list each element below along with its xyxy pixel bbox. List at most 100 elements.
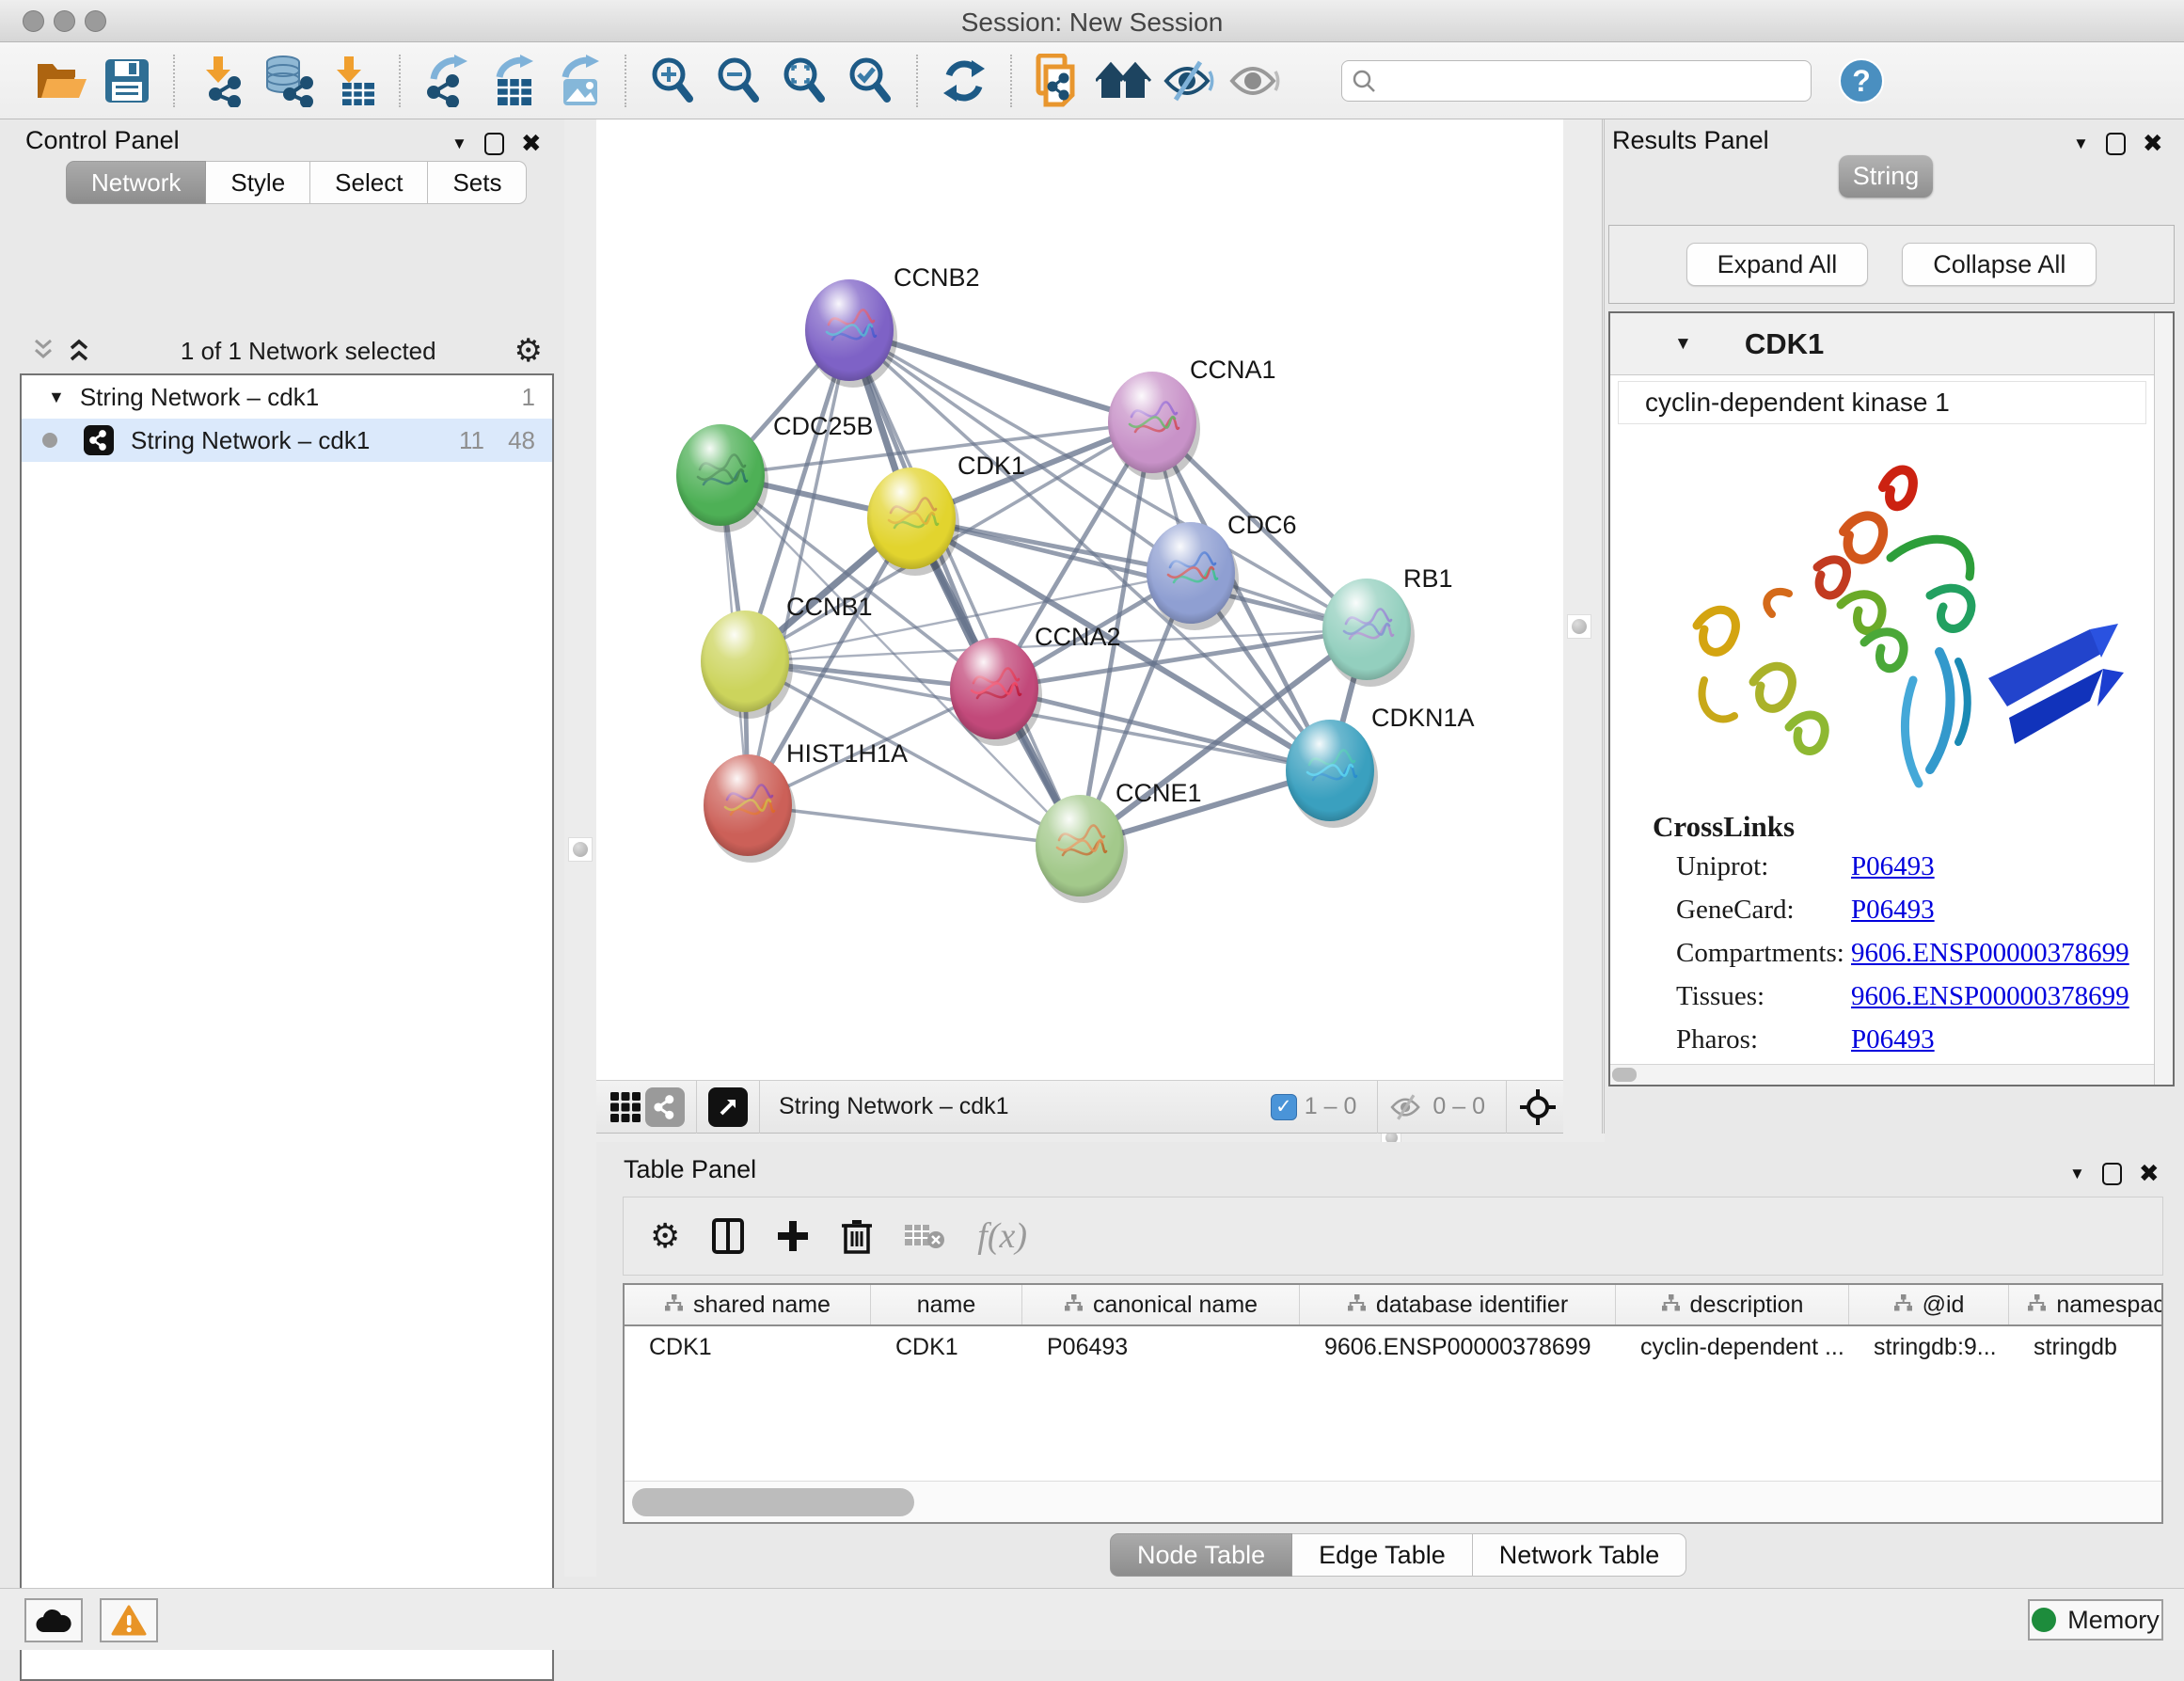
memory-button[interactable]: Memory [2028, 1599, 2163, 1641]
control-panel-float-icon[interactable] [484, 133, 504, 155]
search-input[interactable] [1376, 68, 1790, 94]
network-node-CCNA1[interactable] [1108, 372, 1200, 480]
hide-selected-eye-icon[interactable] [1157, 53, 1223, 109]
fit-content-crosshair-icon[interactable] [1518, 1087, 1558, 1127]
add-column-icon[interactable] [776, 1219, 810, 1253]
network-node-CDK1[interactable] [867, 468, 959, 576]
network-node-CDC25B[interactable] [676, 424, 768, 532]
delete-table-icon[interactable] [904, 1221, 945, 1251]
gene-section-header[interactable]: ▼ CDK1 [1610, 313, 2154, 375]
network-node-CCNE1[interactable] [1036, 795, 1128, 903]
column-header-canonical-name[interactable]: canonical name [1022, 1285, 1300, 1324]
collapse-all-networks-icon[interactable] [29, 337, 57, 365]
table-cell[interactable]: P06493 [1022, 1326, 1300, 1368]
table-panel-menu-icon[interactable]: ▼ [2069, 1165, 2085, 1183]
collection-expand-icon[interactable]: ▼ [48, 388, 65, 407]
column-header-description[interactable]: description [1616, 1285, 1849, 1324]
open-view-icon[interactable] [708, 1087, 748, 1127]
zoom-out-icon[interactable] [705, 53, 771, 109]
import-network-database-icon[interactable] [254, 53, 320, 109]
results-panel-close-icon[interactable]: ✖ [2143, 129, 2163, 158]
gene-collapse-icon[interactable]: ▼ [1674, 334, 1692, 355]
export-table-icon[interactable] [480, 53, 546, 109]
table-horizontal-scrollbar[interactable] [625, 1481, 2161, 1522]
network-edge-CCNB2-HIST1H1A[interactable] [748, 330, 849, 805]
tab-network[interactable]: Network [66, 161, 206, 204]
results-horizontal-scrollbar[interactable] [1610, 1064, 2154, 1085]
crosslink-link[interactable]: P06493 [1851, 1024, 1935, 1055]
table-options-gear-icon[interactable]: ⚙ [650, 1216, 680, 1256]
table-row[interactable]: CDK1CDK1P064939606.ENSP00000378699cyclin… [625, 1326, 2161, 1368]
cloud-button[interactable] [24, 1598, 83, 1642]
network-options-gear-icon[interactable]: ⚙ [514, 332, 543, 370]
results-vertical-scrollbar[interactable] [2154, 313, 2173, 1085]
column-header-shared-name[interactable]: shared name [625, 1285, 871, 1324]
tab-select[interactable]: Select [310, 161, 428, 204]
crosslink-link[interactable]: P06493 [1851, 851, 1935, 881]
results-panel-menu-icon[interactable]: ▼ [2073, 135, 2089, 153]
clone-network-icon[interactable] [1025, 53, 1091, 109]
tab-node-table[interactable]: Node Table [1110, 1533, 1292, 1577]
function-builder-icon[interactable]: f(x) [977, 1215, 1027, 1257]
table-cell[interactable]: CDK1 [871, 1326, 1022, 1368]
tab-network-table[interactable]: Network Table [1473, 1533, 1687, 1577]
network-node-RB1[interactable] [1322, 579, 1415, 687]
home-layout-icon[interactable] [1091, 53, 1157, 109]
refresh-icon[interactable] [931, 53, 997, 109]
view-string-icon[interactable] [645, 1087, 685, 1127]
tab-style[interactable]: Style [206, 161, 310, 204]
network-node-CDKN1A[interactable] [1286, 720, 1378, 828]
network-edge-HIST1H1A-CCNE1[interactable] [748, 805, 1080, 846]
table-panel-float-icon[interactable] [2102, 1163, 2122, 1185]
tab-sets[interactable]: Sets [428, 161, 527, 204]
show-all-eye-icon[interactable] [1223, 53, 1289, 109]
network-canvas[interactable]: CCNB2CCNA1CDC25BCDK1CDC6RB1CCNB1CCNA2CDK… [596, 119, 1563, 1080]
network-node-CCNB2[interactable] [805, 279, 897, 388]
crosslink-link[interactable]: 9606.ENSP00000378699 [1851, 938, 2129, 968]
zoom-in-icon[interactable] [640, 53, 705, 109]
open-session-icon[interactable] [28, 53, 94, 109]
crosslink-link[interactable]: 9606.ENSP00000378699 [1851, 981, 2129, 1011]
warnings-button[interactable] [100, 1598, 158, 1642]
left-splitter[interactable] [564, 119, 596, 1577]
collapse-all-button[interactable]: Collapse All [1902, 243, 2097, 286]
crosslink-link[interactable]: P06493 [1851, 895, 1935, 925]
control-panel-close-icon[interactable]: ✖ [521, 129, 542, 158]
network-node-CCNA2[interactable] [950, 638, 1042, 746]
help-icon[interactable]: ? [1828, 53, 1894, 109]
column-header-namespace[interactable]: namespace [2009, 1285, 2163, 1324]
column-header--id[interactable]: @id [1849, 1285, 2009, 1324]
tab-string[interactable]: String [1839, 155, 1933, 198]
network-edges[interactable] [720, 330, 1367, 846]
table-panel-close-icon[interactable]: ✖ [2139, 1159, 2160, 1188]
tab-edge-table[interactable]: Edge Table [1292, 1533, 1473, 1577]
control-panel-menu-icon[interactable]: ▼ [451, 135, 467, 153]
show-columns-icon[interactable] [712, 1218, 744, 1254]
column-header-name[interactable]: name [871, 1285, 1022, 1324]
import-network-file-icon[interactable] [188, 53, 254, 109]
export-network-icon[interactable] [414, 53, 480, 109]
results-panel-float-icon[interactable] [2106, 133, 2126, 155]
network-collection-row[interactable]: ▼ String Network – cdk1 1 [22, 375, 552, 419]
save-session-icon[interactable] [94, 53, 160, 109]
selected-checkbox-icon[interactable]: ✓ [1271, 1094, 1297, 1120]
table-cell[interactable]: CDK1 [625, 1326, 871, 1368]
table-cell[interactable]: stringdb [2009, 1326, 2163, 1368]
import-table-file-icon[interactable] [320, 53, 386, 109]
hidden-eye-icon[interactable] [1389, 1094, 1425, 1120]
toolbar-search[interactable] [1341, 60, 1812, 102]
network-node-HIST1H1A[interactable] [704, 754, 796, 863]
zoom-fit-icon[interactable] [771, 53, 837, 109]
table-cell[interactable]: 9606.ENSP00000378699 [1300, 1326, 1616, 1368]
network-node-CCNB1[interactable] [701, 611, 793, 719]
table-cell[interactable]: cyclin-dependent ... [1616, 1326, 1849, 1368]
delete-column-trash-icon[interactable] [842, 1218, 872, 1254]
network-edge-CCNB2-CCNE1[interactable] [849, 330, 1080, 846]
expand-all-button[interactable]: Expand All [1686, 243, 1869, 286]
zoom-selected-icon[interactable] [837, 53, 903, 109]
table-cell[interactable]: stringdb:9... [1849, 1326, 2009, 1368]
column-header-database-identifier[interactable]: database identifier [1300, 1285, 1616, 1324]
expand-all-networks-icon[interactable] [65, 337, 93, 365]
export-image-icon[interactable] [546, 53, 611, 109]
birdseye-grid-icon[interactable] [606, 1087, 645, 1127]
